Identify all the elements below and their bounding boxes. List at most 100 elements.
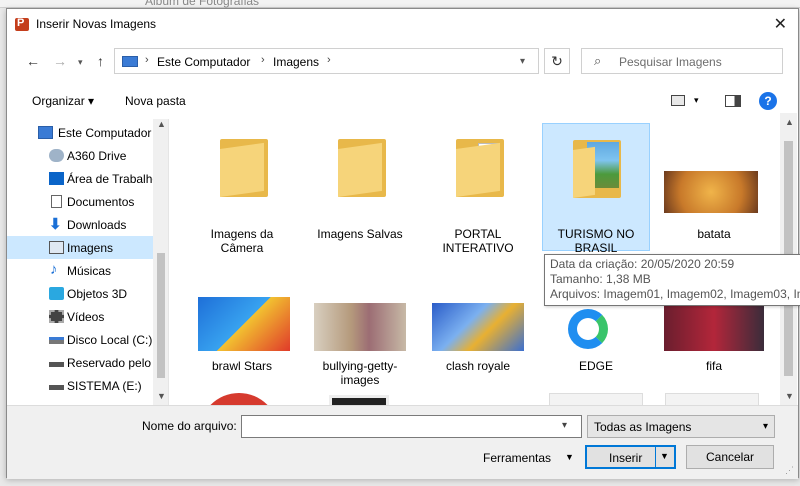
scroll-up-icon[interactable]: ▲ xyxy=(157,119,166,129)
search-input[interactable]: ⌕ Pesquisar Imagens xyxy=(581,48,783,74)
search-icon: ⌕ xyxy=(594,53,602,68)
address-dropdown-icon[interactable]: ▾ xyxy=(520,56,525,67)
file-type-value: Todas as Imagens xyxy=(594,420,692,434)
folder-icon xyxy=(220,139,268,197)
file-name: Imagens Salvas xyxy=(317,227,403,241)
sidebar-item-label: Reservado pelo Sistema xyxy=(67,356,153,370)
document-icon xyxy=(51,195,62,208)
sidebar-item-label: Imagens xyxy=(67,241,114,255)
refresh-icon: ↻ xyxy=(551,53,563,69)
breadcrumb-este-computador[interactable]: Este Computador xyxy=(157,55,250,69)
sidebar-item-sistema[interactable]: SISTEMA (E:) xyxy=(7,374,153,397)
file-name: bullying-getty-images xyxy=(322,359,398,387)
folder-info-tooltip: Data da criação: 20/05/2020 20:59 Tamanh… xyxy=(544,254,800,306)
sidebar-item-label: SISTEMA (E:) xyxy=(67,379,142,393)
title-bar: Inserir Novas Imagens ✕ xyxy=(7,9,798,39)
sidebar-scrollbar[interactable]: ▲ ▼ xyxy=(153,119,168,405)
scroll-down-icon[interactable]: ▼ xyxy=(785,391,794,401)
sidebar-item-downloads[interactable]: ⬇ Downloads xyxy=(7,213,153,236)
music-icon: ♪ xyxy=(50,261,58,278)
sidebar-item-label: Este Computador xyxy=(58,126,152,140)
video-icon xyxy=(49,310,64,323)
sidebar-item-documentos[interactable]: Documentos xyxy=(7,190,153,213)
sidebar-item-label: Objetos 3D xyxy=(67,287,128,301)
view-options-chevron-icon[interactable]: ▾ xyxy=(694,95,699,106)
filename-history-chevron-icon[interactable]: ▾ xyxy=(562,420,567,431)
pictures-location-icon xyxy=(122,56,138,67)
tools-chevron-down-icon[interactable]: ▼ xyxy=(565,452,574,462)
file-name: clash royale xyxy=(445,359,511,373)
sidebar-item-label: Vídeos xyxy=(67,310,105,324)
address-bar[interactable]: › Este Computador › Imagens › ▾ xyxy=(114,48,539,74)
folder-with-document-icon xyxy=(456,139,504,197)
tools-menu[interactable]: Ferramentas xyxy=(483,451,551,465)
scroll-down-icon[interactable]: ▼ xyxy=(157,391,166,401)
sidebar-scroll-thumb[interactable] xyxy=(157,253,165,378)
breadcrumb-separator-icon[interactable]: › xyxy=(145,54,149,66)
recent-locations-chevron-icon[interactable]: ▾ xyxy=(78,57,83,68)
file-name: batata xyxy=(697,227,731,241)
image-thumbnail[interactable] xyxy=(549,393,643,405)
sidebar-item-videos[interactable]: Vídeos xyxy=(7,305,153,328)
image-thumbnail[interactable] xyxy=(199,393,279,405)
insert-button-label: Inserir xyxy=(609,451,643,465)
window-title: Inserir Novas Imagens xyxy=(36,17,157,31)
drive-icon xyxy=(49,337,64,344)
breadcrumb-separator-icon[interactable]: › xyxy=(327,54,331,66)
background-window-title: Álbum de Fotografias xyxy=(145,0,260,8)
resize-grip-icon[interactable]: ⋰ xyxy=(785,465,794,476)
navigation-pane: Este Computador A360 Drive Área de Traba… xyxy=(7,119,169,405)
image-thumbnail[interactable] xyxy=(329,395,389,405)
close-icon[interactable]: ✕ xyxy=(774,14,787,34)
insert-options-chevron-icon[interactable]: ▼ xyxy=(660,451,669,461)
refresh-button[interactable]: ↻ xyxy=(544,48,570,74)
file-name: brawl Stars xyxy=(211,359,273,373)
drive-icon xyxy=(49,362,64,367)
sidebar-item-imagens[interactable]: Imagens xyxy=(7,236,153,259)
cloud-icon xyxy=(49,149,64,162)
up-arrow-icon[interactable]: ↑ xyxy=(97,53,104,69)
sidebar-item-area-de-trabalho[interactable]: Área de Trabalho xyxy=(7,167,153,190)
preview-pane-icon[interactable] xyxy=(725,95,741,107)
file-name: fifa xyxy=(705,359,722,373)
sidebar-item-label: Downloads xyxy=(67,218,127,232)
breadcrumb-separator-icon[interactable]: › xyxy=(261,54,265,66)
image-thumbnail xyxy=(664,303,764,351)
pictures-icon xyxy=(49,241,64,254)
insert-images-dialog: Inserir Novas Imagens ✕ ← → ▾ ↑ › Este C… xyxy=(6,8,799,479)
sidebar-item-label: A360 Drive xyxy=(67,149,127,163)
help-icon[interactable]: ? xyxy=(759,92,777,110)
sidebar-item-a360-drive[interactable]: A360 Drive xyxy=(7,144,153,167)
insert-button[interactable]: Inserir ▼ xyxy=(585,445,676,469)
file-type-select[interactable]: Todas as Imagens ▾ xyxy=(587,415,775,438)
powerpoint-icon xyxy=(15,17,29,31)
breadcrumb-imagens[interactable]: Imagens xyxy=(273,55,319,69)
command-bar: Organizar ▾ Nova pasta ▾ ? xyxy=(7,89,798,113)
image-thumbnail xyxy=(550,303,642,351)
forward-arrow-icon[interactable]: → xyxy=(53,53,67,69)
cancel-button[interactable]: Cancelar xyxy=(686,445,774,469)
cube-icon xyxy=(49,287,64,300)
navigation-bar: ← → ▾ ↑ › Este Computador › Imagens › ▾ … xyxy=(7,45,798,77)
sidebar-item-musicas[interactable]: ♪ Músicas xyxy=(7,259,153,282)
back-arrow-icon[interactable]: ← xyxy=(26,53,40,69)
tooltip-size: Tamanho: 1,38 MB xyxy=(550,272,651,286)
new-folder-button[interactable]: Nova pasta xyxy=(125,94,186,108)
sidebar-item-reservado[interactable]: Reservado pelo Sistema xyxy=(7,351,153,374)
image-thumbnail xyxy=(198,297,290,351)
sidebar-item-objetos-3d[interactable]: Objetos 3D xyxy=(7,282,153,305)
scroll-up-icon[interactable]: ▲ xyxy=(785,117,794,127)
image-thumbnail[interactable] xyxy=(665,393,759,405)
sidebar-item-este-computador[interactable]: Este Computador xyxy=(7,121,153,144)
image-thumbnail xyxy=(314,303,406,351)
dialog-footer: Nome do arquivo: ▾ Todas as Imagens ▾ Fe… xyxy=(7,405,798,479)
folder-icon xyxy=(338,139,386,197)
image-thumbnail xyxy=(664,171,758,213)
background-window: Álbum de Fotografias xyxy=(0,0,800,8)
sidebar-item-disco-local[interactable]: Disco Local (C:) xyxy=(7,328,153,351)
organize-button[interactable]: Organizar ▾ xyxy=(32,94,94,108)
change-view-icon[interactable] xyxy=(671,95,685,106)
filename-input[interactable] xyxy=(241,415,582,438)
file-name: EDGE xyxy=(578,359,613,373)
sidebar-item-label: Disco Local (C:) xyxy=(67,333,153,347)
